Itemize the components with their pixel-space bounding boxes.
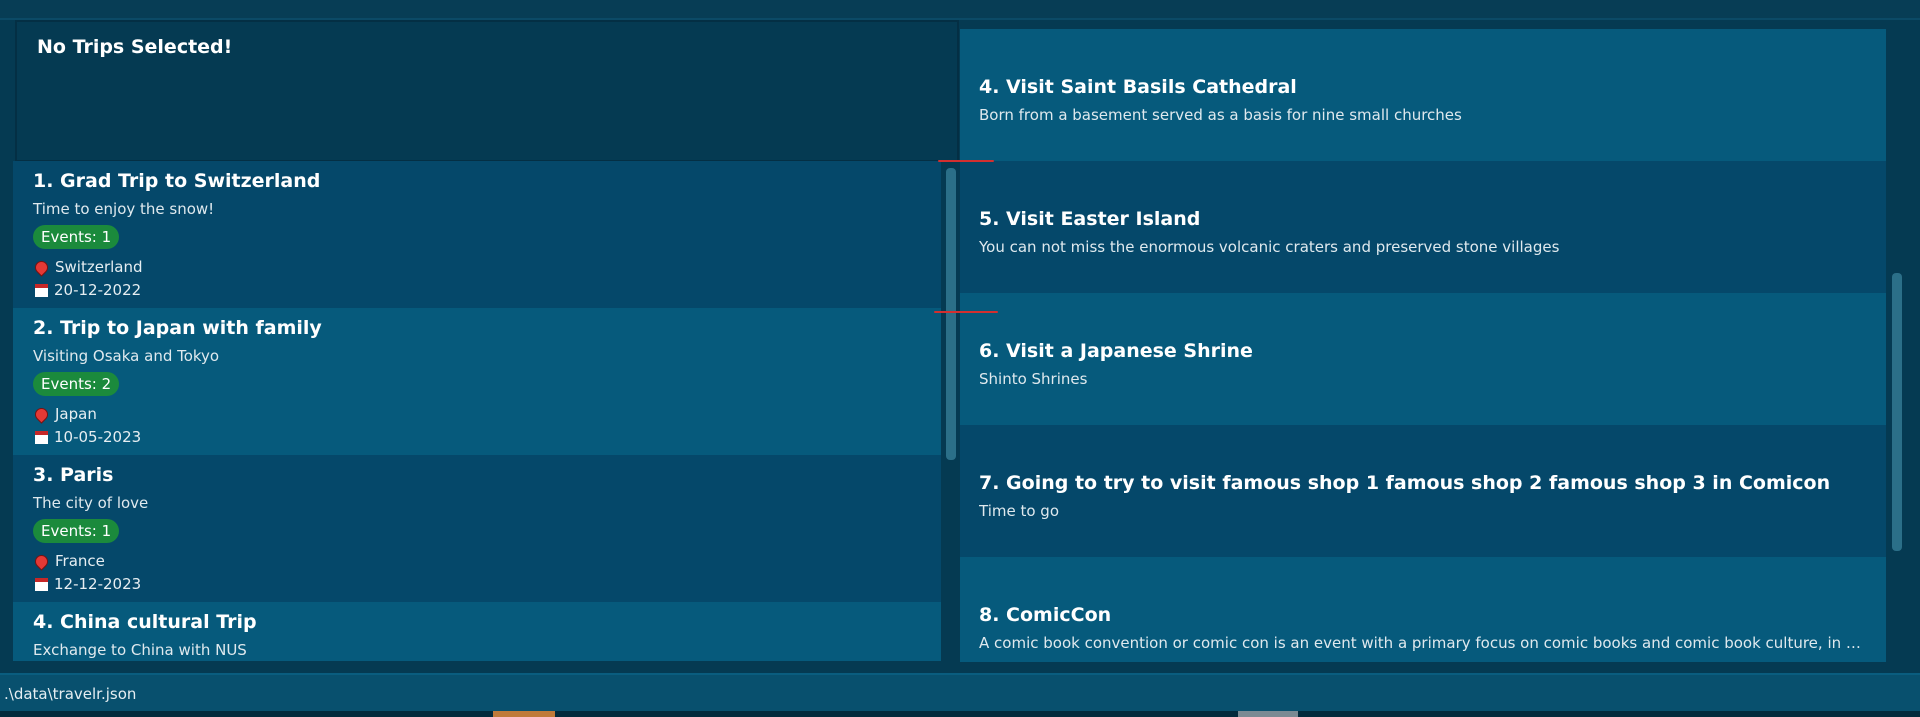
annotation-mark [938, 160, 994, 162]
event-card[interactable]: 6. Visit a Japanese Shrine Shinto Shrine… [960, 293, 1886, 425]
trip-card[interactable]: 4. China cultural Trip Exchange to China… [13, 602, 941, 661]
event-description: A comic book convention or comic con is … [979, 634, 1869, 652]
trip-panel: No Trips Selected! 1. Grad Trip to Switz… [13, 18, 959, 662]
window-top-bar [0, 0, 1920, 20]
map-pin-icon [32, 552, 51, 571]
trip-location: France [32, 552, 105, 571]
event-description: Shinto Shrines [979, 370, 1088, 388]
trip-card[interactable]: 2. Trip to Japan with family Visiting Os… [13, 308, 941, 455]
events-badge: Events: 1 [33, 519, 120, 543]
event-list[interactable]: 4. Visit Saint Basils Cathedral Born fro… [960, 18, 1890, 662]
event-title: 7. Going to try to visit famous shop 1 f… [979, 472, 1831, 494]
calendar-icon [35, 431, 48, 444]
calendar-icon [35, 578, 48, 591]
trip-list-scroll-thumb[interactable] [946, 168, 956, 460]
map-pin-icon [32, 405, 51, 424]
event-card[interactable]: 8. ComicCon A comic book convention or c… [960, 557, 1886, 662]
detail-title: No Trips Selected! [37, 36, 233, 58]
trip-description: Visiting Osaka and Tokyo [33, 347, 220, 365]
trip-date: 12-12-2023 [33, 575, 141, 593]
trip-title: 1. Grad Trip to Switzerland [33, 170, 321, 192]
trip-date: 20-12-2022 [33, 281, 141, 299]
annotation-mark [934, 311, 998, 313]
events-badge: Events: 1 [33, 225, 120, 249]
status-bar: .\data\travelr.json [0, 673, 1920, 715]
events-badge: Events: 2 [33, 372, 120, 396]
event-list-scroll-thumb[interactable] [1892, 273, 1902, 551]
trip-title: 3. Paris [33, 464, 114, 486]
event-description: Born from a basement served as a basis f… [979, 106, 1462, 124]
location-text: Japan [55, 405, 97, 423]
event-description: You can not miss the enormous volcanic c… [979, 238, 1560, 256]
event-title: 6. Visit a Japanese Shrine [979, 340, 1253, 362]
trip-description: The city of love [33, 494, 149, 512]
bottom-strip [0, 711, 1920, 717]
event-title: 5. Visit Easter Island [979, 208, 1201, 230]
trip-date: 10-05-2023 [33, 428, 141, 446]
trip-detail-box: No Trips Selected! [15, 20, 959, 162]
event-title: 4. Visit Saint Basils Cathedral [979, 76, 1297, 98]
event-card[interactable]: 4. Visit Saint Basils Cathedral Born fro… [960, 29, 1886, 161]
trip-location: Switzerland [32, 258, 143, 277]
event-description: Time to go [979, 502, 1060, 520]
trip-location: Japan [32, 405, 97, 424]
date-text: 12-12-2023 [54, 575, 142, 593]
event-card[interactable]: 7. Going to try to visit famous shop 1 f… [960, 425, 1886, 557]
location-text: France [55, 552, 105, 570]
trip-description: Time to enjoy the snow! [33, 200, 215, 218]
event-card[interactable]: 5. Visit Easter Island You can not miss … [960, 161, 1886, 293]
date-text: 10-05-2023 [54, 428, 142, 446]
calendar-icon [35, 284, 48, 297]
taskbar-indicator [1238, 711, 1298, 717]
event-title: 8. ComicCon [979, 604, 1112, 626]
trip-card[interactable]: 3. Paris The city of love Events: 1 Fran… [13, 455, 941, 602]
trip-list[interactable]: 1. Grad Trip to Switzerland Time to enjo… [13, 161, 941, 661]
trip-title: 4. China cultural Trip [33, 611, 257, 633]
data-file-path: .\data\travelr.json [4, 685, 137, 703]
trip-description: Exchange to China with NUS [33, 641, 247, 659]
date-text: 20-12-2022 [54, 281, 142, 299]
trip-title: 2. Trip to Japan with family [33, 317, 322, 339]
location-text: Switzerland [55, 258, 143, 276]
map-pin-icon [32, 258, 51, 277]
trip-card[interactable]: 1. Grad Trip to Switzerland Time to enjo… [13, 161, 941, 308]
taskbar-indicator [493, 711, 555, 717]
